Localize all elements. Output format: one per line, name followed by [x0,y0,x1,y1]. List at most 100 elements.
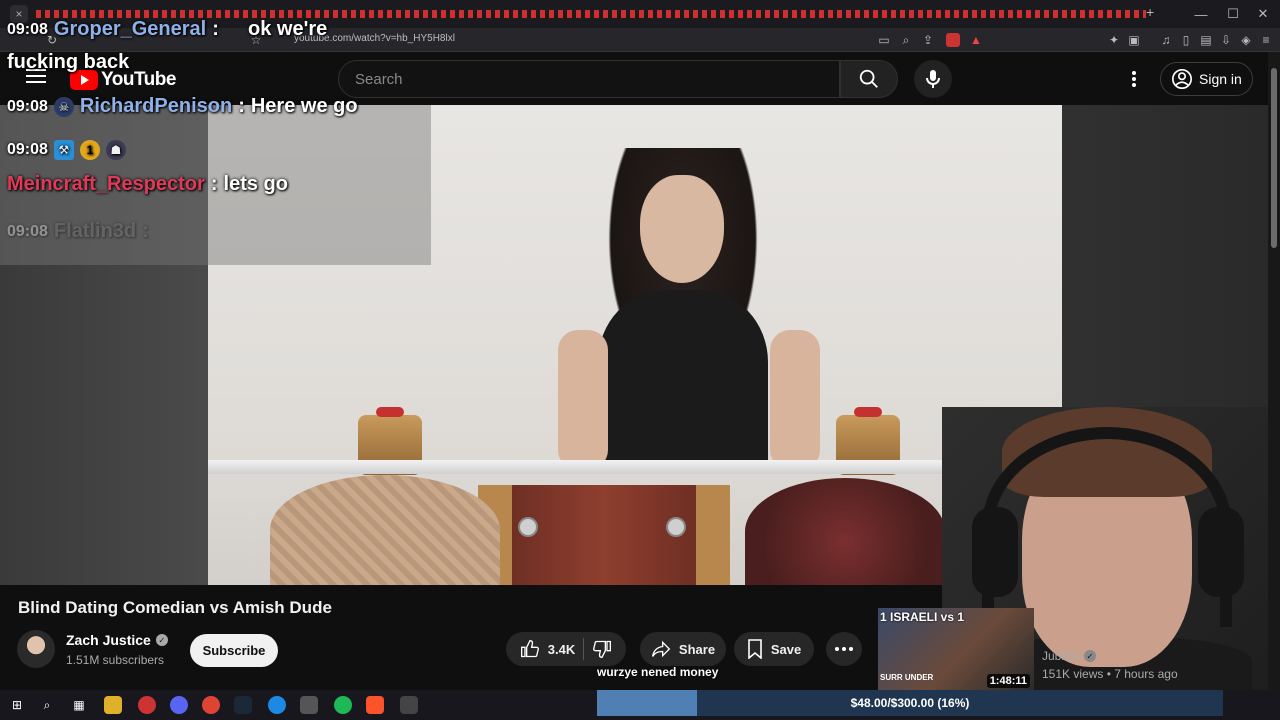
edge-icon[interactable] [268,696,286,714]
chat-message: 09:08 ⚒ 1 ☗ [7,140,126,160]
zoom-icon[interactable]: ⌕ [898,32,914,48]
chat-message: 09:08 ☠ RichardPenison: Here we go [7,95,358,117]
chat-message-text: lets go [223,173,288,195]
donation-message: wurzye nened money [597,665,719,679]
verified-icon: ✓ [155,634,168,646]
steam-icon[interactable] [234,696,252,714]
chat-username: Meincraft_Respector [7,173,205,195]
video-straw-hat [270,475,500,585]
file-explorer-icon[interactable] [104,696,122,714]
like-count: 3.4K [547,641,576,657]
headset-icon [982,427,1232,627]
subscriber-count: 1.51M subscribers [66,653,165,667]
channel-avatar[interactable] [17,630,55,668]
chrome-icon[interactable] [202,696,220,714]
chat-username: RichardPenison [79,95,233,117]
save-label: Save [770,641,802,657]
search-button[interactable] [840,60,898,98]
hammer-badge-icon: ⚒ [53,140,74,160]
sign-in-button[interactable]: Sign in [1160,62,1253,96]
like-button[interactable]: 3.4K [520,639,575,659]
headset-ear-icon [1198,507,1244,597]
recommended-meta: 151K views • 7 hours ago [1042,667,1178,681]
search-icon [859,69,878,88]
video-podium [696,485,730,585]
video-person-arm [770,330,820,470]
pirate-badge-icon: ☠ [53,96,74,117]
obs-icon[interactable] [138,696,156,714]
settings-menu-icon[interactable] [1126,68,1142,90]
maximize-button[interactable]: ☐ [1216,4,1250,24]
channel-name-row[interactable]: Zach Justice ✓ [66,632,168,648]
search-icon[interactable]: ⌕ [38,696,56,714]
chat-timestamp: 09:08 [7,20,48,38]
extensions-icon[interactable]: ✦ [1106,32,1122,48]
voice-search-button[interactable] [914,60,952,98]
share-page-icon[interactable]: ⇪ [920,32,936,48]
chat-message-text-cont: fucking back [7,51,129,74]
chat-timestamp: 09:08 [7,222,48,240]
more-actions-button[interactable] [826,632,862,666]
verified-icon: ✓ [1084,650,1097,662]
window-close-button[interactable]: ✕ [1246,4,1280,24]
page-scrollbar[interactable] [1268,52,1280,690]
share-button[interactable]: Share [640,632,726,666]
recommended-channel-name[interactable]: Jubilee [1042,649,1080,663]
minimize-button[interactable]: — [1184,4,1218,24]
chat-message-text: ok we're [248,18,328,40]
wallet-icon[interactable]: ▤ [1198,32,1214,48]
headset-ear-icon [972,507,1018,597]
chat-message-text: ok we're [248,18,327,41]
share-icon [651,640,671,658]
thumbnail-text: 1 ISRAELI vs 1 [880,610,965,624]
browser-tabs[interactable] [36,10,1146,18]
brave-shields-icon[interactable] [946,33,960,47]
download-icon[interactable]: ⇩ [1218,32,1234,48]
cast-icon[interactable]: ▭ [876,32,892,48]
goal-text: $48.00/$300.00 (16%) [850,696,970,710]
video-podium [512,485,696,585]
chat-message-text: fucking back [7,51,130,73]
app-icon[interactable] [300,696,318,714]
chat-username: Groper_General [53,18,207,40]
chat-timestamp: 09:08 [7,141,48,158]
microphone-icon [926,70,940,88]
video-person-face [640,175,724,283]
extension-icon[interactable]: ▣ [1126,32,1142,48]
app-icon[interactable] [400,696,418,714]
scrollbar-thumb[interactable] [1271,68,1277,248]
brave-icon[interactable] [366,696,384,714]
chat-message: 09:08 Groper_General: [7,18,219,40]
sign-in-label: Sign in [1199,71,1242,87]
divider [583,638,585,660]
task-view-icon[interactable]: ▦ [70,696,88,714]
video-person-arm [558,330,608,470]
chat-username: Flatlin3d [53,220,137,242]
recommended-video-thumbnail[interactable]: 1 ISRAELI vs 1 SURR UNDER 1:48:11 [878,608,1034,690]
share-label: Share [678,641,716,657]
discord-icon[interactable] [170,696,188,714]
subscribe-button[interactable]: Subscribe [190,634,278,667]
thumbnail-subtext: SURR UNDER [880,673,934,682]
video-curly-hair [745,478,945,585]
channel-name[interactable]: Zach Justice [66,632,151,648]
chat-message: Meincraft_Respector: lets go [7,173,288,195]
thumbs-down-icon[interactable] [592,639,612,659]
bookmark-icon [748,639,762,659]
rewards-icon[interactable]: ▲ [968,32,984,48]
save-button[interactable]: Save [734,632,814,666]
recommended-channel[interactable]: Jubilee ✓ [1042,649,1097,663]
search-input[interactable]: Search [338,60,840,98]
vpn-icon[interactable]: ◈ [1238,32,1254,48]
video-title: Blind Dating Comedian vs Amish Dude [18,598,332,617]
spotify-icon[interactable] [334,696,352,714]
video-table [208,460,948,474]
like-dislike-group: 3.4K [506,632,626,666]
media-icon[interactable]: ♫ [1158,32,1174,48]
new-tab-button[interactable]: + [1146,4,1154,20]
windows-start-icon[interactable]: ⊞ [8,696,26,714]
sidebar-icon[interactable]: ▯ [1178,32,1194,48]
menu-icon[interactable]: ≡ [1258,32,1274,48]
account-icon [1172,69,1192,89]
chat-message: 09:08 Flatlin3d: [7,220,149,242]
